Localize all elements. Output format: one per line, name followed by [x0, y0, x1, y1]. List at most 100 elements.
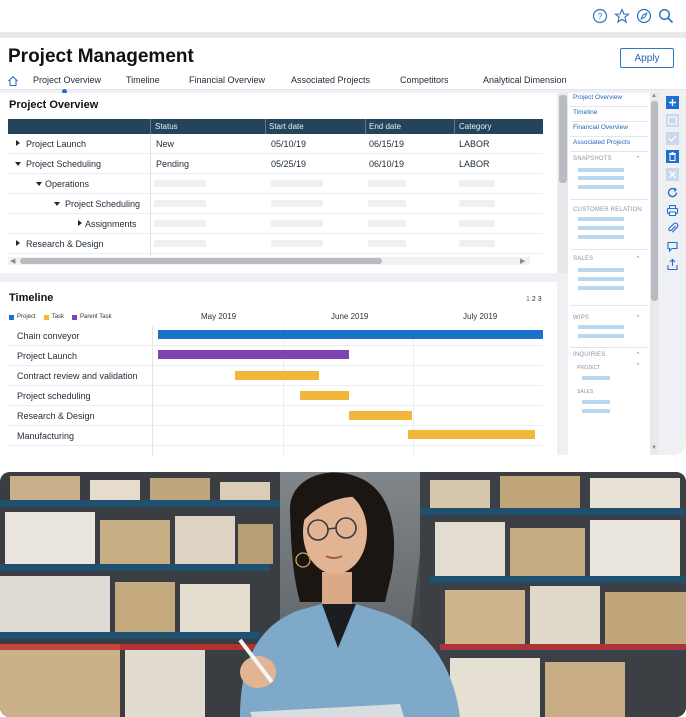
sidebar-link-associated-projects[interactable]: Associated Projects — [573, 139, 630, 146]
image-icon[interactable] — [666, 114, 679, 127]
sidebar-scroll-thumb[interactable] — [651, 101, 658, 301]
chevron-up-icon[interactable]: ⌃ — [635, 255, 641, 263]
gantt-bar-research-design[interactable] — [349, 411, 412, 420]
section-customer-relation[interactable]: CUSTOMER RELATION — [573, 207, 642, 213]
column-header-status[interactable]: Status — [155, 122, 178, 131]
timeline-row-label: Contract review and validation — [17, 371, 138, 381]
table-header: Status Start date End date Category — [8, 119, 543, 134]
collapse-caret-icon[interactable] — [15, 162, 21, 166]
action-toolbar — [662, 93, 684, 283]
table-row[interactable]: Project Scheduling Pending 05/25/19 06/1… — [8, 154, 543, 174]
top-icons: ? — [592, 8, 674, 24]
section-inquiries[interactable]: INQUIRIES — [573, 352, 605, 358]
home-icon[interactable] — [7, 75, 19, 87]
placeholder-bar — [582, 376, 610, 380]
tab-timeline[interactable]: Timeline — [126, 75, 160, 85]
vertical-scroll-thumb[interactable] — [559, 95, 567, 183]
scroll-left-icon[interactable]: ◀ — [10, 257, 15, 265]
page-title: Project Management — [8, 46, 194, 67]
chevron-up-icon[interactable]: ⌃ — [635, 362, 641, 370]
gantt-bar-project-launch[interactable] — [158, 350, 349, 359]
column-header-start-date[interactable]: Start date — [269, 122, 304, 131]
expand-caret-icon[interactable] — [78, 220, 82, 226]
nav-tabs: Project Overview Timeline Financial Over… — [0, 75, 686, 94]
tab-competitors[interactable]: Competitors — [400, 75, 449, 85]
table-row[interactable]: Project Launch New 05/10/19 06/15/19 LAB… — [8, 134, 543, 154]
divider — [570, 151, 648, 152]
collapse-caret-icon[interactable] — [36, 182, 42, 186]
section-wips[interactable]: WIPS — [573, 315, 589, 321]
timeline-row[interactable]: Project scheduling — [8, 386, 543, 406]
placeholder-cell — [154, 200, 206, 207]
expand-caret-icon[interactable] — [16, 140, 20, 146]
refresh-icon[interactable] — [666, 186, 679, 199]
timeline-title: Timeline — [9, 292, 54, 304]
table-row[interactable]: Assignments — [8, 214, 543, 234]
chevron-up-icon[interactable]: ⌃ — [635, 314, 641, 322]
overview-vertical-scrollbar[interactable] — [558, 93, 568, 273]
timeline-row-label: Research & Design — [17, 411, 95, 421]
top-bar: ? — [0, 0, 686, 32]
horizontal-scroll-thumb[interactable] — [20, 258, 382, 264]
scroll-right-icon[interactable]: ▶ — [520, 257, 525, 265]
inquiries-sub-project[interactable]: PROJECT — [577, 365, 600, 371]
section-sales[interactable]: SALES — [573, 256, 593, 262]
divider — [570, 136, 648, 137]
tab-analytical-dimension[interactable]: Analytical Dimension — [483, 75, 567, 85]
column-separator — [265, 119, 266, 134]
sidebar-link-timeline[interactable]: Timeline — [573, 109, 597, 116]
placeholder-cell — [368, 180, 406, 187]
collapse-caret-icon[interactable] — [54, 202, 60, 206]
chevron-up-icon[interactable]: ⌃ — [635, 155, 641, 163]
month-label: July 2019 — [463, 312, 498, 321]
table-row[interactable]: Research & Design — [8, 234, 543, 254]
horizontal-scrollbar[interactable]: ◀ ▶ — [8, 257, 530, 265]
sidebar-link-project-overview[interactable]: Project Overview — [573, 94, 622, 101]
print-icon[interactable] — [666, 204, 679, 217]
inquiries-sub-sales[interactable]: SALES — [577, 389, 593, 395]
sidebar-link-financial-overview[interactable]: Financial Overview — [573, 124, 628, 131]
delete-icon[interactable] — [666, 150, 679, 163]
chevron-up-icon[interactable]: ⌃ — [635, 351, 641, 359]
attach-icon[interactable] — [666, 222, 679, 235]
compass-icon[interactable] — [636, 8, 652, 24]
search-icon[interactable] — [658, 8, 674, 24]
scroll-down-icon[interactable]: ▼ — [651, 445, 657, 451]
section-snapshots[interactable]: SNAPSHOTS — [573, 156, 612, 162]
placeholder-cell — [368, 220, 406, 227]
tab-project-overview[interactable]: Project Overview — [33, 75, 101, 85]
gantt-bar-manufacturing[interactable] — [408, 430, 535, 439]
row-start-date: 05/25/19 — [271, 159, 307, 169]
tab-associated-projects[interactable]: Associated Projects — [291, 75, 370, 85]
check-icon[interactable] — [666, 132, 679, 145]
tab-financial-overview[interactable]: Financial Overview — [189, 75, 265, 85]
timeline-row-label: Manufacturing — [17, 431, 75, 441]
table-row[interactable]: Operations — [8, 174, 543, 194]
gantt-bar-contract-review[interactable] — [235, 371, 319, 380]
apply-button[interactable]: Apply — [620, 48, 674, 68]
gantt-bar-project-scheduling[interactable] — [300, 391, 349, 400]
column-header-category[interactable]: Category — [459, 122, 491, 131]
warehouse-illustration — [0, 472, 686, 717]
page-link[interactable]: 1 — [526, 296, 530, 303]
table-row[interactable]: Project Scheduling — [8, 194, 543, 214]
legend-label: Parent Task — [80, 314, 112, 320]
comment-icon[interactable] — [666, 240, 679, 253]
row-category: LABOR — [459, 159, 490, 169]
page-link[interactable]: 2 — [532, 296, 536, 303]
sidebar-scrollbar[interactable]: ▲ ▼ — [650, 93, 659, 455]
close-icon[interactable] — [666, 168, 679, 181]
help-icon[interactable]: ? — [592, 8, 608, 24]
add-icon[interactable] — [666, 96, 679, 109]
share-icon[interactable] — [666, 258, 679, 271]
column-header-end-date[interactable]: End date — [369, 122, 401, 131]
placeholder-cell — [459, 200, 495, 207]
page-link[interactable]: 3 — [538, 296, 542, 303]
placeholder-bar — [578, 235, 624, 239]
row-start-date: 05/10/19 — [271, 139, 307, 149]
expand-caret-icon[interactable] — [16, 240, 20, 246]
scroll-up-icon[interactable]: ▲ — [651, 93, 657, 99]
star-icon[interactable] — [614, 8, 630, 24]
timeline-row[interactable]: Research & Design — [8, 406, 543, 426]
gantt-bar-chain-conveyor[interactable] — [158, 330, 543, 339]
